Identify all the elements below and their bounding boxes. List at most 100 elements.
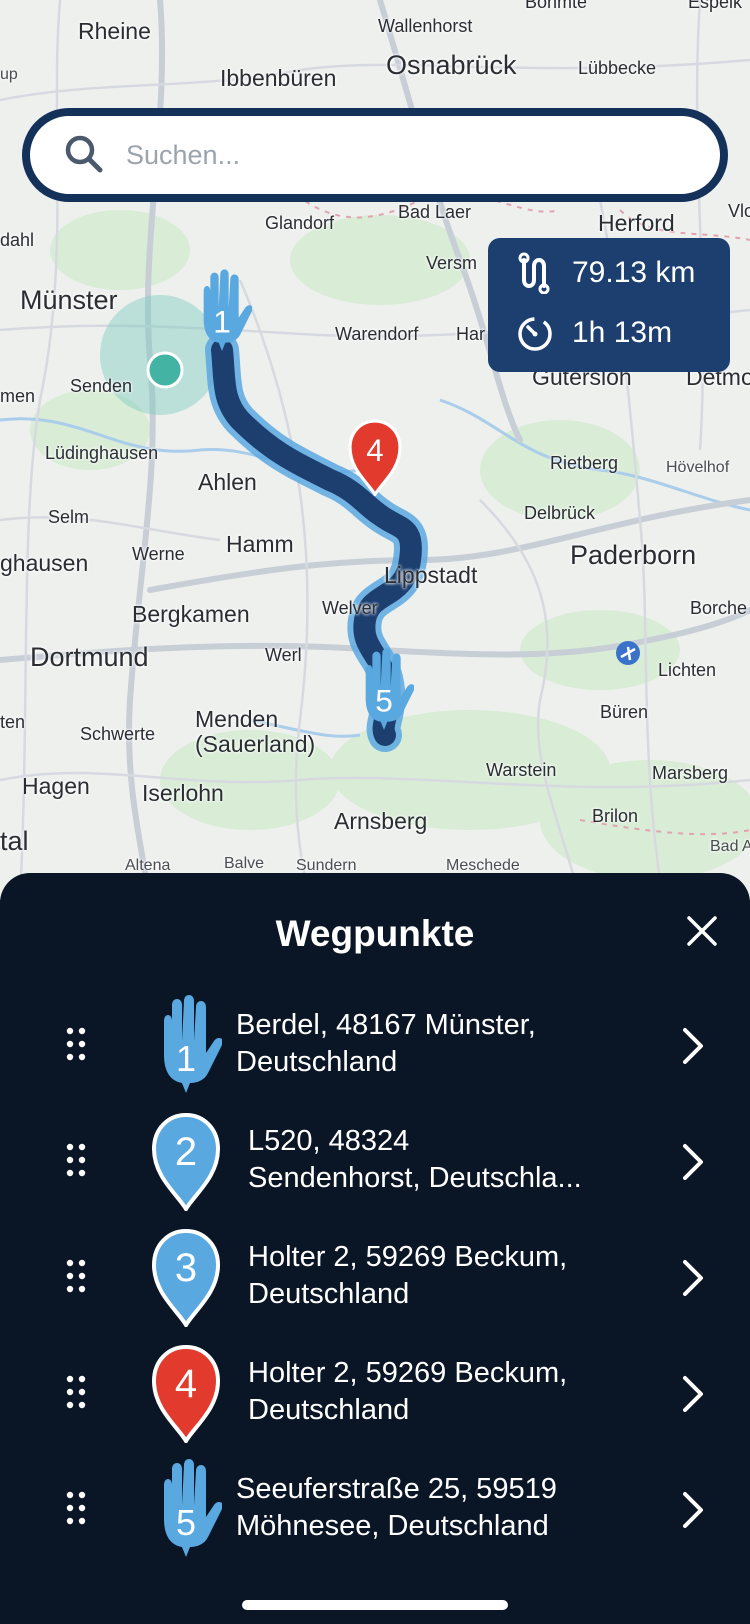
map-place-label: Münster [20, 285, 118, 315]
map-place-label: Lichten [658, 660, 717, 680]
duration-value: 1h 13m [572, 316, 673, 349]
drag-handle-icon[interactable] [66, 1027, 86, 1061]
map-place-label: Bad A [710, 838, 750, 855]
map-marker-1-hand-icon[interactable]: 1 [192, 268, 252, 354]
waypoint-row[interactable]: 5 Seeuferstraße 25, 59519 Möhnesee, Deutsc… [0, 1453, 750, 1563]
map-place-label: Vlo [728, 201, 750, 221]
waypoint-address: Holter 2, 59269 Beckum, Deutschland [248, 1355, 658, 1429]
chevron-right-icon[interactable] [680, 1374, 706, 1414]
map-marker-4-pin-icon[interactable]: 4 [343, 418, 407, 496]
map-place-label: Arnsberg [334, 808, 428, 834]
svg-text:1: 1 [213, 304, 231, 340]
distance-value: 79.13 km [572, 256, 696, 289]
map-place-label: Warendorf [335, 324, 419, 344]
close-icon[interactable] [684, 913, 720, 949]
sheet-title: Wegpunkte [275, 913, 475, 954]
map-place-label: ghausen [0, 550, 89, 576]
map-place-label: Wallenhorst [378, 16, 473, 36]
map-place-label: Welver [322, 598, 378, 618]
waypoint-number: 2 [175, 1130, 197, 1174]
map-marker-5-hand-icon[interactable]: 5 [354, 647, 414, 733]
map-place-label: Büren [600, 702, 649, 722]
chevron-right-icon[interactable] [680, 1490, 706, 1530]
map-place-label: Warstein [486, 760, 557, 780]
map-place-label: Brilon [592, 806, 639, 826]
map-place-label: Schwerte [80, 724, 156, 744]
home-indicator[interactable] [242, 1600, 508, 1610]
map-place-label: Har [456, 324, 486, 344]
map-place-label: Lüdinghausen [45, 443, 159, 463]
waypoint-row[interactable]: 4 Holter 2, 59269 Beckum, Deutschland [0, 1337, 750, 1447]
map-place-label: Bergkamen [132, 601, 250, 627]
waypoint-address-line1: Berdel, 48167 Münster, [236, 1009, 536, 1041]
waypoint-address-line1: Holter 2, 59269 Beckum, [248, 1357, 568, 1389]
svg-text:4: 4 [366, 433, 383, 468]
waypoint-number: 5 [176, 1502, 196, 1543]
waypoint-number: 3 [175, 1246, 197, 1290]
waypoint-row[interactable]: 3 Holter 2, 59269 Beckum, Deutschland [0, 1221, 750, 1331]
map-place-label: men [0, 386, 36, 406]
map-place-label: Menden [195, 706, 279, 732]
waypoint-address-line2: Deutschland [248, 1394, 410, 1426]
timer-icon [518, 317, 552, 351]
waypoint-number: 4 [175, 1362, 197, 1406]
map-place-label: up [0, 66, 18, 83]
map-place-label: Ibbenbüren [220, 65, 337, 91]
map-place-label: Bad Laer [398, 202, 472, 222]
waypoint-pin-icon: 2 [151, 1112, 221, 1211]
map-place-label: Versm [426, 253, 478, 273]
map-place-label: Hamm [226, 531, 294, 557]
waypoint-pin-icon: 3 [151, 1228, 221, 1327]
waypoint-number: 1 [176, 1038, 196, 1079]
map-place-label: Selm [48, 507, 90, 527]
waypoint-address-line1: L520, 48324 [248, 1125, 410, 1157]
waypoint-address-line1: Seeuferstraße 25, 59519 [236, 1473, 557, 1505]
map-place-label: Werl [265, 645, 302, 665]
map-place-label: (Sauerland) [195, 731, 316, 757]
waypoints-sheet: Wegpunkte 1 Berdel, 48167 Münster, Deutsch… [0, 873, 750, 1624]
search-icon [65, 135, 103, 173]
map-place-label: Hövelhof [666, 459, 730, 476]
search-bar[interactable] [22, 108, 728, 202]
duration-row: 1h 13m [514, 312, 672, 354]
distance-row: 79.13 km [514, 252, 695, 294]
drag-handle-icon[interactable] [66, 1491, 86, 1525]
map-place-label: Lippstadt [384, 562, 478, 588]
map-place-label: Paderborn [570, 540, 697, 570]
search-input[interactable] [124, 138, 648, 172]
map-place-label: dahl [0, 230, 35, 250]
chevron-right-icon[interactable] [680, 1258, 706, 1298]
map-place-label: Senden [70, 376, 133, 396]
waypoint-address: Berdel, 48167 Münster, Deutschland [236, 1007, 646, 1081]
drag-handle-icon[interactable] [66, 1375, 86, 1409]
route-distance-icon [518, 252, 550, 294]
map-place-label: Dortmund [30, 642, 149, 672]
map-place-label: Lübbecke [578, 58, 657, 78]
map-place-label: Glandorf [265, 213, 335, 233]
map-place-label: Rietberg [550, 453, 619, 473]
chevron-right-icon[interactable] [680, 1026, 706, 1066]
waypoint-address: Seeuferstraße 25, 59519 Möhnesee, Deutsch… [236, 1471, 646, 1545]
map-place-label: Bohmte [525, 0, 588, 12]
map-place-label: Werne [132, 544, 185, 564]
waypoint-address: L520, 48324 Sendenhorst, Deutschla... [248, 1123, 658, 1197]
map-place-label: Delbrück [524, 503, 596, 523]
chevron-right-icon[interactable] [680, 1142, 706, 1182]
map-place-label: Osnabrück [386, 50, 517, 80]
waypoint-address: Holter 2, 59269 Beckum, Deutschland [248, 1239, 658, 1313]
waypoint-address-line2: Sendenhorst, Deutschla... [248, 1162, 582, 1194]
waypoint-address-line2: Deutschland [236, 1046, 398, 1078]
drag-handle-icon[interactable] [66, 1259, 86, 1293]
map-place-label: Rheine [78, 18, 151, 44]
waypoint-pin-icon: 4 [151, 1344, 221, 1443]
waypoint-hand-icon: 5 [164, 1459, 222, 1557]
route-stats-panel: 79.13 km 1h 13m [488, 238, 730, 372]
drag-handle-icon[interactable] [66, 1143, 86, 1177]
map-place-label: tal [0, 826, 29, 856]
waypoint-address-line1: Holter 2, 59269 Beckum, [248, 1241, 568, 1273]
waypoint-row[interactable]: 1 Berdel, 48167 Münster, Deutschland [0, 989, 750, 1099]
waypoint-hand-icon: 1 [164, 995, 222, 1093]
map-place-label: Hagen [22, 773, 90, 799]
waypoint-row[interactable]: 2 L520, 48324 Sendenhorst, Deutschla... [0, 1105, 750, 1215]
map-place-label: Herford [598, 210, 675, 236]
